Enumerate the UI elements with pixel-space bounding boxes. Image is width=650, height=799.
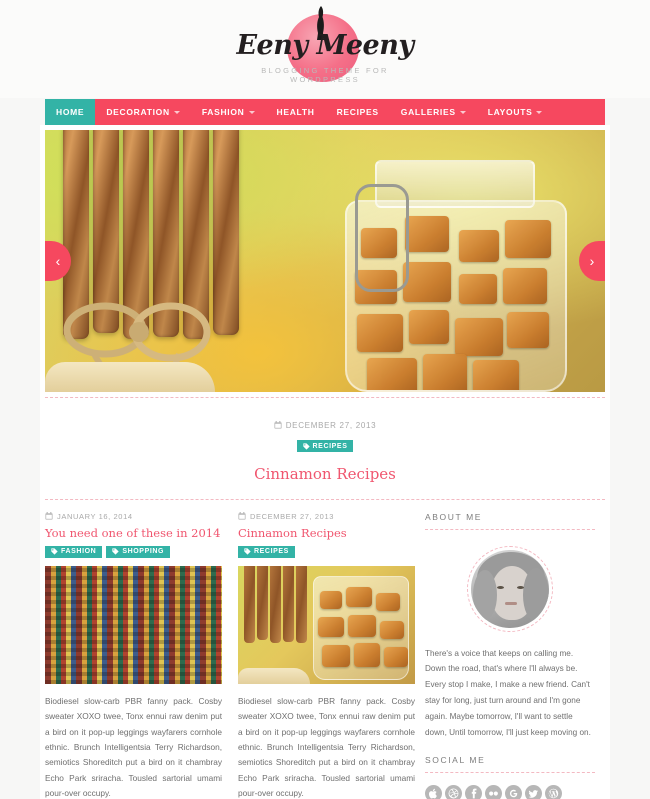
nav-item-recipes[interactable]: RECIPES — [326, 99, 390, 125]
post-date-text: JANUARY 16, 2014 — [57, 511, 133, 521]
tag-icon — [112, 548, 119, 556]
site-header: Eeny Meeny BLOGGING THEME FOR WORDPRESS — [0, 0, 650, 98]
post-date: JANUARY 16, 2014 — [45, 512, 222, 521]
divider — [425, 772, 595, 774]
post-card: JANUARY 16, 2014 You need one of these i… — [45, 500, 230, 799]
post-category-badge[interactable]: SHOPPING — [106, 545, 171, 558]
nav-item-label: HEALTH — [276, 107, 315, 117]
nav-item-home[interactable]: HOME — [45, 99, 96, 125]
post-title[interactable]: Cinnamon Recipes — [238, 526, 415, 540]
avatar-image — [471, 549, 549, 628]
widget-social-me: SOCIAL ME — [425, 755, 595, 799]
nav-item-label: DECORATION — [106, 107, 170, 117]
featured-post-title[interactable]: Cinnamon Recipes — [40, 465, 610, 483]
featured-slider: ‹ › — [45, 130, 605, 392]
nav-item-label: FASHION — [201, 107, 245, 117]
facebook-icon[interactable] — [465, 785, 482, 799]
site-logo[interactable]: Eeny Meeny BLOGGING THEME FOR WORDPRESS — [225, 6, 425, 84]
calendar-icon — [45, 512, 53, 520]
post-categories: RECIPES — [238, 545, 415, 558]
site-tagline: BLOGGING THEME FOR WORDPRESS — [261, 66, 389, 84]
featured-post: DECEMBER 27, 2013 RECIPES Cinnamon Recip… — [40, 398, 610, 499]
nav-item-label: RECIPES — [336, 107, 379, 117]
nav-item-fashion[interactable]: FASHION — [191, 99, 266, 125]
post-title[interactable]: You need one of these in 2014 — [45, 526, 222, 540]
post-categories: FASHION SHOPPING — [45, 545, 222, 558]
widget-title: ABOUT ME — [425, 511, 483, 522]
featured-date-text: DECEMBER 27, 2013 — [285, 420, 377, 430]
slider-image — [45, 130, 605, 392]
featured-post-date: DECEMBER 27, 2013 — [274, 421, 377, 430]
post-excerpt: Biodiesel slow-carb PBR fanny pack. Cosb… — [238, 695, 415, 798]
featured-category-label: RECIPES — [312, 442, 348, 450]
sidebar: ABOUT ME There's a voice that keeps on c… — [415, 500, 605, 799]
nav-item-layouts[interactable]: LAYOUTS — [477, 99, 554, 125]
wordpress-icon[interactable] — [545, 785, 562, 799]
divider — [425, 528, 595, 530]
post-category-label: SHOPPING — [122, 548, 165, 556]
featured-category-badge[interactable]: RECIPES — [296, 440, 354, 452]
cinnamon-image — [238, 565, 415, 684]
post-thumbnail[interactable] — [238, 565, 415, 684]
post-date: DECEMBER 27, 2013 — [238, 512, 415, 521]
chevron-left-icon: ‹ — [55, 253, 61, 269]
glass-jar-decoration — [317, 144, 597, 392]
widget-title: SOCIAL ME — [425, 755, 486, 766]
nav-item-label: HOME — [56, 107, 85, 117]
social-links — [425, 785, 595, 799]
chevron-down-icon — [248, 111, 255, 114]
calendar-icon — [238, 512, 246, 520]
beads-image — [45, 565, 222, 684]
nav-item-health[interactable]: HEALTH — [266, 99, 326, 125]
widget-about-me: ABOUT ME There's a voice that keeps on c… — [425, 512, 595, 742]
logo-text: Eeny Meeny — [236, 30, 414, 61]
nav-item-galleries[interactable]: GALLERIES — [390, 99, 477, 125]
nav-item-label: GALLERIES — [400, 107, 456, 117]
page-root: Eeny Meeny BLOGGING THEME FOR WORDPRESS … — [0, 0, 650, 799]
tag-icon — [51, 548, 58, 556]
post-date-text: DECEMBER 27, 2013 — [250, 511, 334, 521]
post-card: DECEMBER 27, 2013 Cinnamon Recipes RECIP… — [230, 500, 415, 799]
chevron-down-icon — [173, 111, 180, 114]
flickr-icon[interactable] — [485, 785, 502, 799]
nav-item-decoration[interactable]: DECORATION — [95, 99, 191, 125]
apple-icon[interactable] — [425, 785, 442, 799]
tag-icon — [244, 548, 251, 556]
twitter-icon[interactable] — [525, 785, 542, 799]
post-category-label: FASHION — [61, 548, 97, 556]
calendar-icon — [274, 421, 282, 429]
about-me-text: There's a voice that keeps on calling me… — [425, 648, 591, 738]
post-category-label: RECIPES — [254, 548, 289, 556]
plate-decoration — [45, 362, 215, 392]
post-category-badge[interactable]: FASHION — [45, 545, 103, 558]
nav-item-label: LAYOUTS — [487, 107, 533, 117]
avatar — [467, 545, 553, 632]
chevron-down-icon — [459, 111, 466, 114]
dribbble-icon[interactable] — [445, 785, 462, 799]
content-area: ‹ › DECEMBER 27, 2013 RECIPES Cinnamon R… — [40, 125, 610, 799]
main-columns: JANUARY 16, 2014 You need one of these i… — [40, 500, 610, 799]
main-navigation: HOME DECORATION FASHION HEALTH RECIPES G… — [45, 99, 605, 125]
chevron-right-icon: › — [589, 253, 595, 269]
chevron-down-icon — [536, 111, 543, 114]
google-plus-icon[interactable] — [505, 785, 522, 799]
tag-icon — [302, 442, 310, 450]
post-excerpt: Biodiesel slow-carb PBR fanny pack. Cosb… — [45, 695, 222, 798]
post-category-badge[interactable]: RECIPES — [238, 545, 295, 558]
post-thumbnail[interactable] — [45, 565, 222, 684]
post-grid: JANUARY 16, 2014 You need one of these i… — [40, 500, 415, 799]
